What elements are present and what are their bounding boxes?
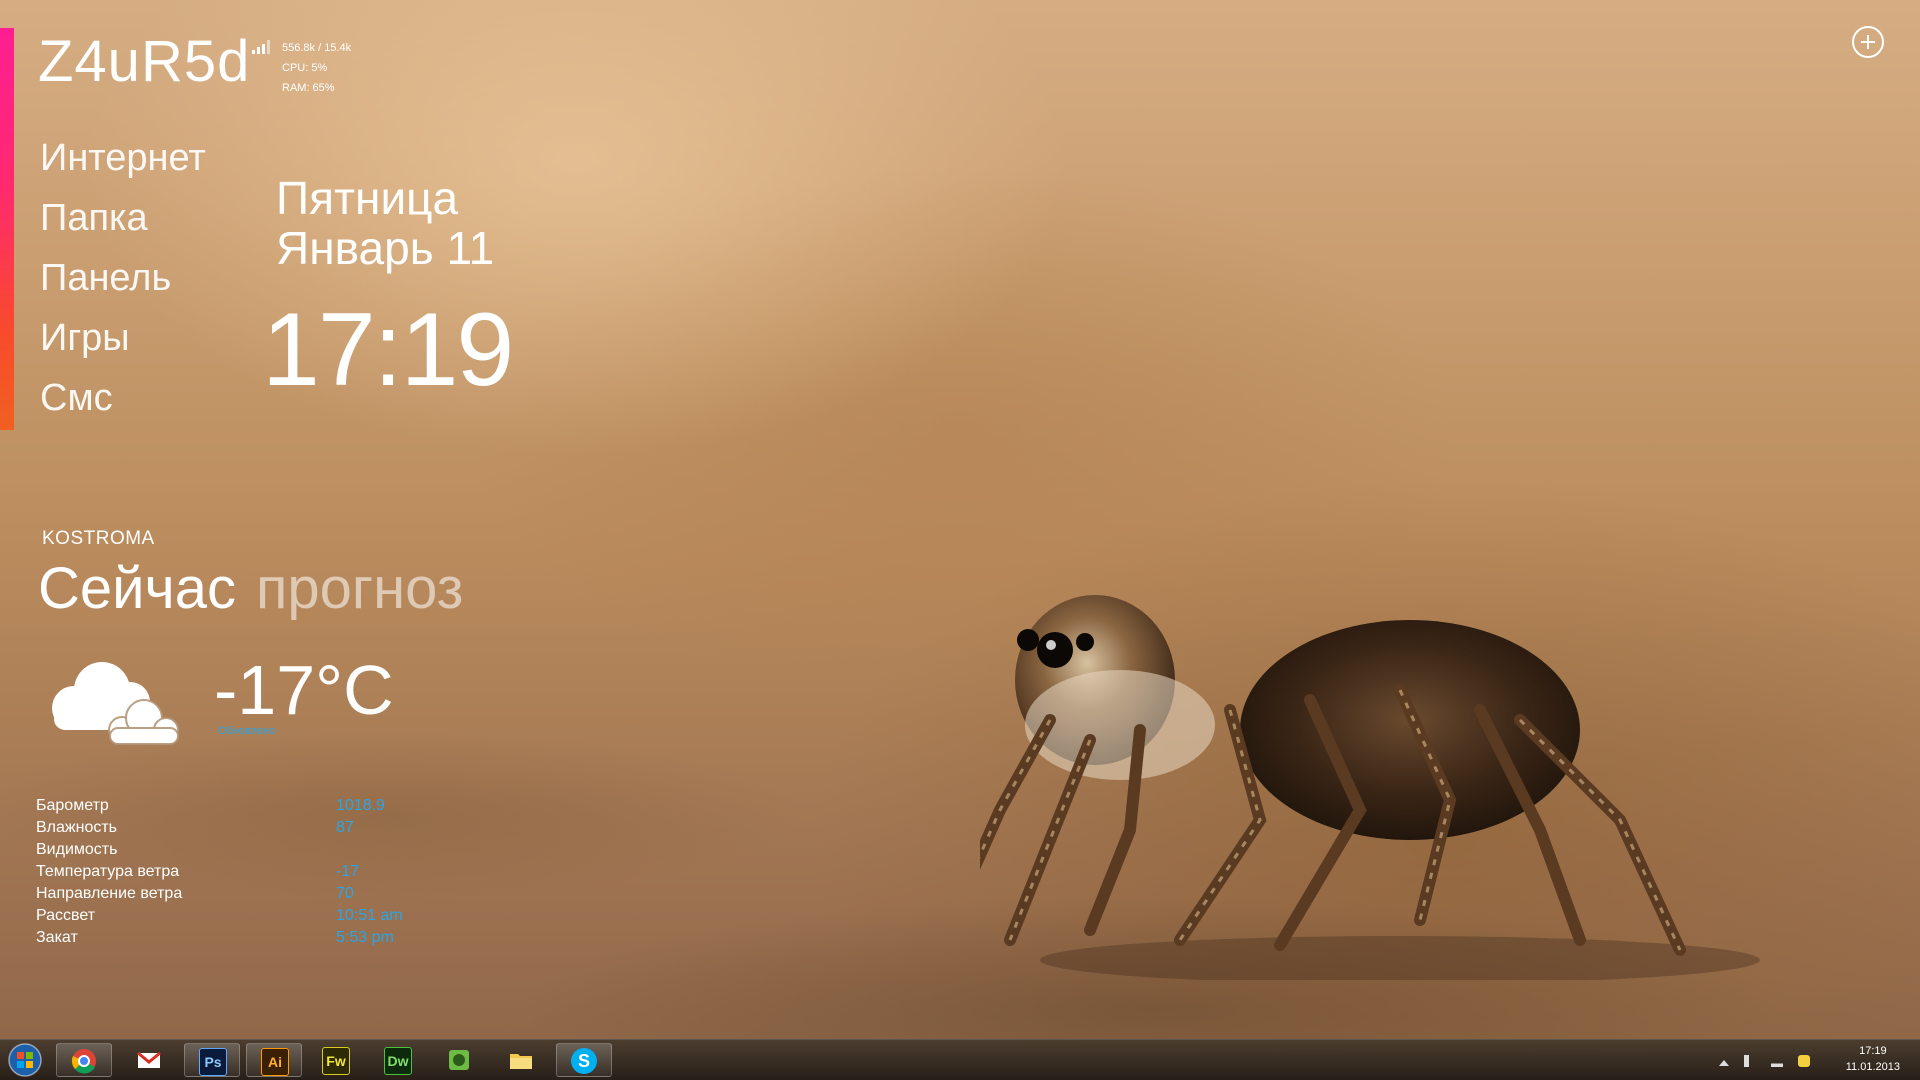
detail-row: Барометр 1018.9 bbox=[36, 795, 456, 817]
fireworks-icon: Fw bbox=[322, 1047, 350, 1075]
clock-time: 17:19 bbox=[262, 292, 514, 408]
taskbar-clock[interactable]: 17:19 11.01.2013 bbox=[1846, 1043, 1900, 1075]
menu-item-internet[interactable]: Интернет bbox=[40, 130, 206, 190]
taskbar-clock-time: 17:19 bbox=[1859, 1045, 1887, 1057]
updated-link[interactable]: Обновлено bbox=[218, 725, 275, 737]
menu-item-folder[interactable]: Папка bbox=[40, 190, 206, 250]
evernote-icon bbox=[449, 1050, 469, 1070]
system-tray bbox=[1709, 1052, 1810, 1068]
network-stat: 556.8k / 15.4k bbox=[282, 42, 352, 54]
taskbar-explorer[interactable] bbox=[494, 1043, 550, 1077]
photoshop-icon: Ps bbox=[199, 1048, 227, 1076]
menu-item-games[interactable]: Игры bbox=[40, 310, 206, 370]
detail-row: Направление ветра 70 bbox=[36, 883, 456, 905]
detail-label: Рассвет bbox=[36, 907, 96, 924]
tab-weather-forecast[interactable]: прогноз bbox=[256, 555, 463, 622]
taskbar-clock-date: 11.01.2013 bbox=[1845, 1061, 1900, 1073]
date-weekday: Пятница bbox=[276, 172, 459, 224]
chrome-icon bbox=[71, 1049, 96, 1074]
weather-city: KOSTROMA bbox=[42, 528, 155, 549]
start-button[interactable] bbox=[6, 1042, 44, 1078]
taskbar-illustrator[interactable]: Ai bbox=[246, 1043, 302, 1077]
username: Z4uR5d bbox=[38, 29, 251, 94]
detail-row: Видимость bbox=[36, 839, 456, 861]
taskbar-evernote[interactable] bbox=[432, 1043, 488, 1077]
signal-icon bbox=[252, 40, 270, 54]
dreamweaver-icon: Dw bbox=[384, 1047, 412, 1075]
network-icon[interactable] bbox=[1770, 1055, 1783, 1067]
weather-details: Барометр 1018.9 Влажность 87 Видимость Т… bbox=[36, 795, 456, 949]
spider-wallpaper-image bbox=[980, 595, 1760, 980]
skype-icon: S bbox=[571, 1048, 597, 1074]
detail-value: 10:51 am bbox=[336, 907, 403, 924]
detail-value: 5:53 pm bbox=[336, 929, 394, 946]
menu-item-panel[interactable]: Панель bbox=[40, 250, 206, 310]
taskbar-fireworks[interactable]: Fw bbox=[308, 1043, 364, 1077]
cloud-icon bbox=[52, 662, 179, 745]
detail-label: Направление ветра bbox=[36, 885, 183, 902]
detail-row: Рассвет 10:51 am bbox=[36, 905, 456, 927]
taskbar-chrome[interactable] bbox=[56, 1043, 112, 1077]
detail-value: 1018.9 bbox=[336, 797, 385, 814]
launcher-menu: Интернет Папка Панель Игры Смс bbox=[40, 130, 206, 430]
taskbar-gmail[interactable] bbox=[122, 1043, 178, 1077]
tab-weather-now[interactable]: Сейчас bbox=[38, 555, 236, 622]
detail-value: 87 bbox=[336, 819, 354, 836]
taskbar-photoshop[interactable]: Ps bbox=[184, 1043, 240, 1077]
detail-value: -17 bbox=[336, 863, 360, 880]
detail-row: Температура ветра -17 bbox=[36, 861, 456, 883]
add-button[interactable] bbox=[1852, 26, 1884, 58]
folder-icon bbox=[510, 1054, 532, 1069]
illustrator-icon: Ai bbox=[261, 1048, 289, 1076]
detail-row: Влажность 87 bbox=[36, 817, 456, 839]
taskbar-dreamweaver[interactable]: Dw bbox=[370, 1043, 426, 1077]
detail-row: Закат 5:53 pm bbox=[36, 927, 456, 949]
detail-label: Видимость bbox=[36, 841, 118, 858]
accent-bar bbox=[0, 28, 14, 430]
cpu-stat: CPU: 5% bbox=[282, 62, 328, 74]
detail-label: Влажность bbox=[36, 819, 118, 836]
date-month-day: Январь 11 bbox=[276, 222, 495, 274]
notification-icon[interactable] bbox=[1798, 1055, 1810, 1067]
volume-icon[interactable] bbox=[1743, 1055, 1756, 1067]
detail-value: 70 bbox=[336, 885, 354, 902]
detail-label: Закат bbox=[36, 929, 78, 946]
ram-stat: RAM: 65% bbox=[282, 82, 335, 94]
taskbar-skype[interactable]: S bbox=[556, 1043, 612, 1077]
temperature: -17°C bbox=[214, 651, 394, 729]
detail-label: Температура ветра bbox=[36, 863, 180, 880]
detail-label: Барометр bbox=[36, 797, 109, 814]
menu-item-sms[interactable]: Смс bbox=[40, 370, 206, 430]
gmail-icon bbox=[137, 1051, 161, 1068]
system-stats: 556.8k / 15.4k CPU: 5% RAM: 65% bbox=[282, 38, 351, 98]
taskbar: Ps Ai Fw Dw S 17:19 11.01.2013 bbox=[0, 1039, 1920, 1080]
tray-expand-icon[interactable] bbox=[1718, 1059, 1729, 1066]
